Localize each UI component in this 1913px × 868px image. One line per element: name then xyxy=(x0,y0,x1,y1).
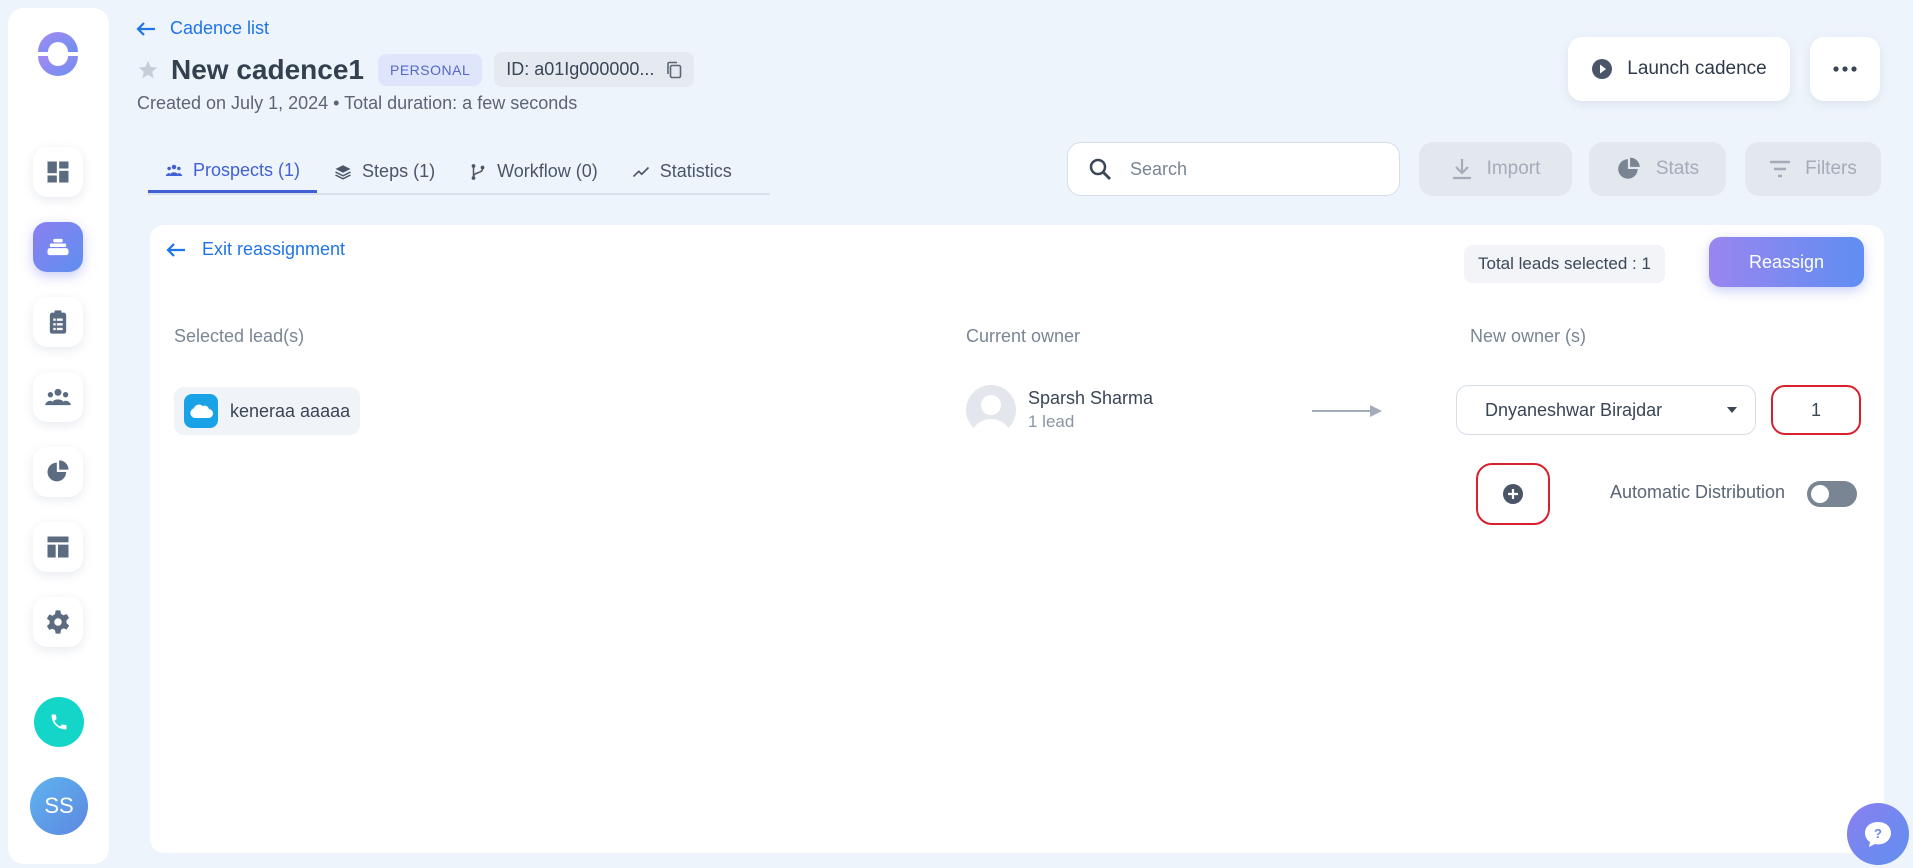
sidebar-item-templates[interactable] xyxy=(33,522,83,572)
column-new-owner: New owner (s) xyxy=(1470,326,1587,346)
toggle-knob xyxy=(1811,485,1829,503)
arrow-right-icon xyxy=(1312,405,1382,417)
owner-avatar xyxy=(966,385,1016,435)
search-input[interactable] xyxy=(1130,158,1360,180)
user-avatar[interactable]: SS xyxy=(30,777,88,835)
branch-icon xyxy=(471,163,485,180)
search-box[interactable] xyxy=(1067,142,1400,196)
current-owner-lead-count: 1 lead xyxy=(1028,412,1075,431)
exit-reassignment-link[interactable]: Exit reassignment xyxy=(166,239,345,260)
cadence-id-pill: ID: a01Ig000000... xyxy=(494,52,695,87)
automatic-distribution-toggle[interactable] xyxy=(1807,481,1857,507)
reassignment-panel: Exit reassignment Total leads selected :… xyxy=(150,225,1884,853)
help-chat-button[interactable]: ? xyxy=(1847,803,1909,865)
layout-icon xyxy=(47,536,69,558)
tab-workflow-label: Workflow (0) xyxy=(497,161,598,181)
user-placeholder-icon xyxy=(972,395,1010,435)
exit-reassignment-label: Exit reassignment xyxy=(202,239,346,259)
copy-icon[interactable] xyxy=(666,61,682,79)
import-label: Import xyxy=(1486,158,1541,179)
clipboard-icon xyxy=(49,310,67,334)
users-icon xyxy=(165,164,183,176)
phone-icon xyxy=(51,714,67,730)
launch-cadence-button[interactable]: Launch cadence xyxy=(1568,37,1790,101)
caret-down-icon xyxy=(1727,407,1737,413)
pie-chart-icon xyxy=(47,460,69,482)
search-icon xyxy=(1089,158,1111,180)
more-options-button[interactable] xyxy=(1810,37,1880,101)
automatic-distribution-label: Automatic Distribution xyxy=(1610,482,1786,502)
app-logo-icon[interactable] xyxy=(34,30,82,78)
sidebar-item-reports[interactable] xyxy=(33,447,83,497)
arrow-left-icon xyxy=(166,242,185,257)
current-owner-name: Sparsh Sharma xyxy=(1028,388,1154,408)
salesforce-icon xyxy=(184,394,218,428)
svg-text:?: ? xyxy=(1874,826,1882,841)
launch-cadence-label: Launch cadence xyxy=(1627,58,1767,79)
page-title: New cadence1 xyxy=(171,53,364,85)
pie-chart-icon xyxy=(1618,157,1640,179)
total-leads-selected: Total leads selected : 1 xyxy=(1464,245,1665,283)
stats-button[interactable]: Stats xyxy=(1589,142,1726,196)
tab-statistics[interactable]: Statistics xyxy=(615,150,749,193)
new-owner-value: Dnyaneshwar Birajdar xyxy=(1485,399,1663,420)
tab-steps[interactable]: Steps (1) xyxy=(317,150,452,193)
sidebar: SS xyxy=(8,8,109,864)
personal-badge: PERSONAL xyxy=(378,53,483,86)
stats-label: Stats xyxy=(1655,158,1700,179)
filters-label: Filters xyxy=(1805,158,1857,179)
dashboard-icon xyxy=(47,161,69,183)
tab-prospects[interactable]: Prospects (1) xyxy=(148,150,318,193)
lead-quantity-input[interactable]: 1 xyxy=(1771,385,1861,435)
reassign-button[interactable]: Reassign xyxy=(1709,237,1864,287)
lead-name: keneraa aaaaa xyxy=(230,400,351,421)
cadence-meta: Created on July 1, 2024 • Total duration… xyxy=(137,93,578,113)
current-owner: Sparsh Sharma 1 lead xyxy=(966,385,1153,435)
cadence-tabs: Prospects (1) Steps (1) Workflow (0) Sta… xyxy=(148,150,770,195)
sidebar-item-tasks[interactable] xyxy=(33,297,83,347)
cadence-list-back-link[interactable]: Cadence list xyxy=(136,18,269,39)
tab-statistics-label: Statistics xyxy=(659,161,732,181)
call-button[interactable] xyxy=(34,697,84,747)
layers-icon xyxy=(335,164,351,180)
help-chat-icon: ? xyxy=(1865,822,1891,847)
filter-icon xyxy=(1770,160,1791,178)
tab-prospects-label: Prospects (1) xyxy=(193,159,301,180)
column-current-owner: Current owner xyxy=(966,326,1081,346)
sidebar-item-dashboard[interactable] xyxy=(33,147,83,197)
more-horizontal-icon xyxy=(1833,66,1857,72)
filters-button[interactable]: Filters xyxy=(1745,142,1881,196)
import-button[interactable]: Import xyxy=(1419,142,1572,196)
sidebar-item-people[interactable] xyxy=(33,372,83,422)
gear-icon xyxy=(46,610,70,634)
star-icon[interactable] xyxy=(137,59,159,81)
sidebar-item-settings[interactable] xyxy=(33,597,83,647)
selected-lead-chip: keneraa aaaaa xyxy=(174,387,361,435)
plus-circle-icon xyxy=(1503,484,1523,504)
cadence-id-text: ID: a01Ig000000... xyxy=(506,59,655,79)
stack-icon xyxy=(47,238,69,256)
tab-steps-label: Steps (1) xyxy=(362,161,436,181)
play-circle-icon xyxy=(1592,59,1613,79)
column-selected-leads: Selected lead(s) xyxy=(174,326,305,346)
back-link-label: Cadence list xyxy=(170,18,270,38)
tab-workflow[interactable]: Workflow (0) xyxy=(452,150,615,193)
sidebar-item-cadences[interactable] xyxy=(33,222,83,272)
download-icon xyxy=(1452,159,1471,180)
add-owner-button[interactable] xyxy=(1476,463,1550,525)
trend-icon xyxy=(632,166,649,177)
title-row: New cadence1 PERSONAL ID: a01Ig000000... xyxy=(137,52,695,87)
new-owner-select[interactable]: Dnyaneshwar Birajdar xyxy=(1456,385,1756,435)
people-icon xyxy=(45,388,71,406)
arrow-left-icon xyxy=(136,21,155,36)
